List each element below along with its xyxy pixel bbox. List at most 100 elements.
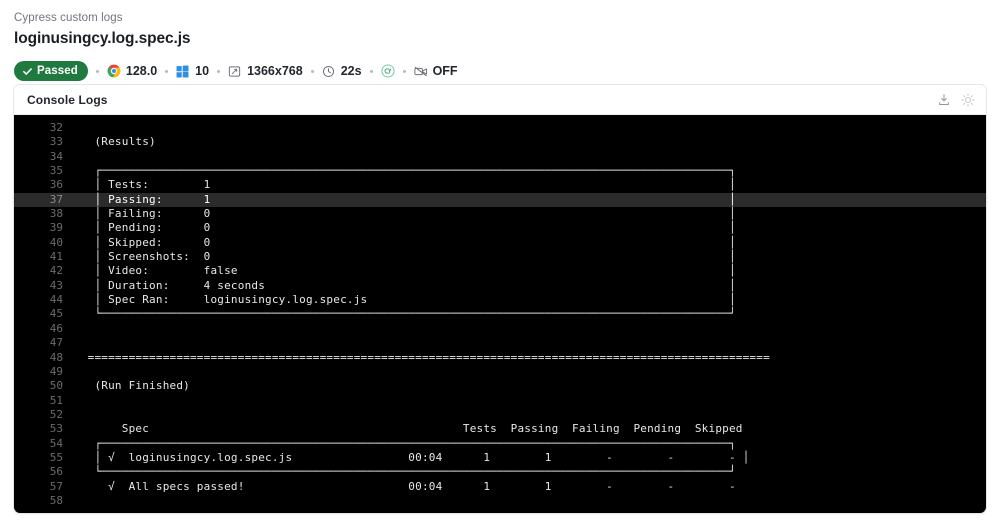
console-line[interactable]: 55 │ √ loginusingcy.log.spec.js 00:04 1 … bbox=[14, 451, 986, 465]
page-header: Cypress custom logs loginusingcy.log.spe… bbox=[0, 0, 1000, 82]
separator-dot bbox=[402, 69, 406, 73]
console-line[interactable]: 38 │ Failing: 0 │ bbox=[14, 207, 986, 221]
line-number: 51 bbox=[49, 393, 63, 407]
line-text bbox=[74, 150, 986, 164]
line-text: └───────────────────────────────────────… bbox=[74, 307, 736, 321]
line-text: │ Spec Ran: loginusingcy.log.spec.js │ bbox=[74, 293, 736, 307]
console-line[interactable]: 50 (Run Finished) bbox=[14, 379, 986, 393]
line-text bbox=[74, 365, 986, 379]
line-number: 36 bbox=[49, 178, 63, 192]
separator-dot bbox=[217, 69, 221, 73]
line-number: 39 bbox=[49, 221, 63, 235]
console-logs-panel: Console Logs 32 33 (Results) 34 35 ┌────… bbox=[13, 84, 987, 514]
check-icon bbox=[23, 67, 32, 75]
line-number: 44 bbox=[49, 293, 63, 307]
separator-dot bbox=[369, 69, 373, 73]
line-number: 43 bbox=[49, 278, 63, 292]
line-text bbox=[74, 322, 986, 336]
breadcrumb[interactable]: Cypress custom logs bbox=[14, 10, 1000, 26]
console-line[interactable]: 52 bbox=[14, 408, 986, 422]
status-meta-row: Passed 128.0 10 1366x768 22s OFF bbox=[14, 60, 1000, 82]
meta-cypress bbox=[381, 64, 395, 78]
meta-duration-label: 22s bbox=[340, 64, 362, 78]
line-number: 35 bbox=[49, 164, 63, 178]
console-line[interactable]: 39 │ Pending: 0 │ bbox=[14, 221, 986, 235]
console-line[interactable]: 40 │ Skipped: 0 │ bbox=[14, 236, 986, 250]
line-text: │ Video: false │ bbox=[74, 264, 736, 278]
console-line[interactable]: 49 bbox=[14, 365, 986, 379]
separator-dot bbox=[95, 69, 99, 73]
console-line[interactable]: 35 ┌────────────────────────────────────… bbox=[14, 164, 986, 178]
meta-duration: 22s bbox=[322, 64, 362, 78]
console-line[interactable]: 51 bbox=[14, 394, 986, 408]
console-line[interactable]: 54 ┌────────────────────────────────────… bbox=[14, 437, 986, 451]
viewport-icon bbox=[228, 64, 242, 78]
console-line[interactable]: 42 │ Video: false │ bbox=[14, 264, 986, 278]
console-line[interactable]: 41 │ Screenshots: 0 │ bbox=[14, 250, 986, 264]
line-number: 33 bbox=[49, 135, 63, 149]
console-line[interactable]: 33 (Results) bbox=[14, 135, 986, 149]
line-text: √ All specs passed! 00:04 1 1 - - - bbox=[74, 479, 736, 493]
line-number: 40 bbox=[49, 235, 63, 249]
line-text: ┌───────────────────────────────────────… bbox=[74, 436, 736, 450]
line-number: 55 bbox=[49, 450, 63, 464]
line-text bbox=[74, 121, 986, 135]
line-number: 47 bbox=[49, 336, 63, 350]
meta-viewport-label: 1366x768 bbox=[247, 64, 303, 78]
console-line[interactable]: 37 │ Passing: 1 │ bbox=[14, 192, 986, 208]
console-line[interactable]: 53 Spec Tests Passing Failing Pending Sk… bbox=[14, 422, 986, 436]
line-text: ┌───────────────────────────────────────… bbox=[74, 164, 736, 178]
console-line-list: 32 33 (Results) 34 35 ┌────────────────────… bbox=[14, 121, 986, 508]
theme-toggle-icon[interactable] bbox=[961, 92, 975, 107]
line-number: 45 bbox=[49, 307, 63, 321]
line-number: 52 bbox=[49, 407, 63, 421]
console-line[interactable]: 46 bbox=[14, 322, 986, 336]
console-logs-header: Console Logs bbox=[14, 85, 986, 115]
line-text: ========================================… bbox=[74, 350, 770, 364]
windows-icon bbox=[176, 64, 190, 78]
console-line[interactable]: 47 bbox=[14, 336, 986, 350]
line-number: 58 bbox=[49, 493, 63, 507]
line-text: │ √ loginusingcy.log.spec.js 00:04 1 1 -… bbox=[74, 450, 750, 464]
console-line[interactable]: 34 bbox=[14, 150, 986, 164]
meta-browser: 128.0 bbox=[107, 64, 157, 78]
console-logs-title: Console Logs bbox=[27, 92, 108, 107]
console-line[interactable]: 36 │ Tests: 1 │ bbox=[14, 178, 986, 192]
console-line[interactable]: 44 │ Spec Ran: loginusingcy.log.spec.js … bbox=[14, 293, 986, 307]
chrome-icon bbox=[107, 64, 121, 78]
line-number: 34 bbox=[49, 149, 63, 163]
separator-dot bbox=[165, 69, 169, 73]
line-number: 41 bbox=[49, 250, 63, 264]
line-text bbox=[74, 408, 986, 422]
console-line[interactable]: 48 =====================================… bbox=[14, 351, 986, 365]
line-number: 54 bbox=[49, 436, 63, 450]
line-text: │ Duration: 4 seconds │ bbox=[74, 278, 736, 292]
line-text bbox=[74, 494, 986, 508]
console-line[interactable]: 43 │ Duration: 4 seconds │ bbox=[14, 279, 986, 293]
console-output[interactable]: 32 33 (Results) 34 35 ┌────────────────────… bbox=[14, 115, 986, 513]
line-number: 38 bbox=[49, 207, 63, 221]
line-text: │ Tests: 1 │ bbox=[74, 178, 736, 192]
line-text: │ Skipped: 0 │ bbox=[74, 235, 736, 249]
line-text: (Run Finished) bbox=[74, 379, 190, 393]
console-line[interactable]: 45 └────────────────────────────────────… bbox=[14, 307, 986, 321]
cypress-icon bbox=[381, 64, 395, 78]
line-text bbox=[74, 394, 986, 408]
line-text: └───────────────────────────────────────… bbox=[74, 465, 736, 479]
meta-video: OFF bbox=[413, 64, 458, 78]
line-number: 49 bbox=[49, 364, 63, 378]
line-number: 57 bbox=[49, 479, 63, 493]
line-number: 48 bbox=[49, 350, 63, 364]
line-text: │ Pending: 0 │ bbox=[74, 221, 736, 235]
clock-icon bbox=[322, 64, 336, 78]
console-line[interactable]: 58 bbox=[14, 494, 986, 508]
line-number: 56 bbox=[49, 465, 63, 479]
console-line[interactable]: 57 √ All specs passed! 00:04 1 1 - - - bbox=[14, 480, 986, 494]
console-line[interactable]: 32 bbox=[14, 121, 986, 135]
console-line[interactable]: 56 └────────────────────────────────────… bbox=[14, 465, 986, 479]
line-text bbox=[74, 336, 986, 350]
video-off-icon bbox=[413, 64, 428, 78]
meta-os: 10 bbox=[176, 64, 209, 78]
line-text: │ Screenshots: 0 │ bbox=[74, 250, 736, 264]
download-icon[interactable] bbox=[937, 93, 951, 107]
